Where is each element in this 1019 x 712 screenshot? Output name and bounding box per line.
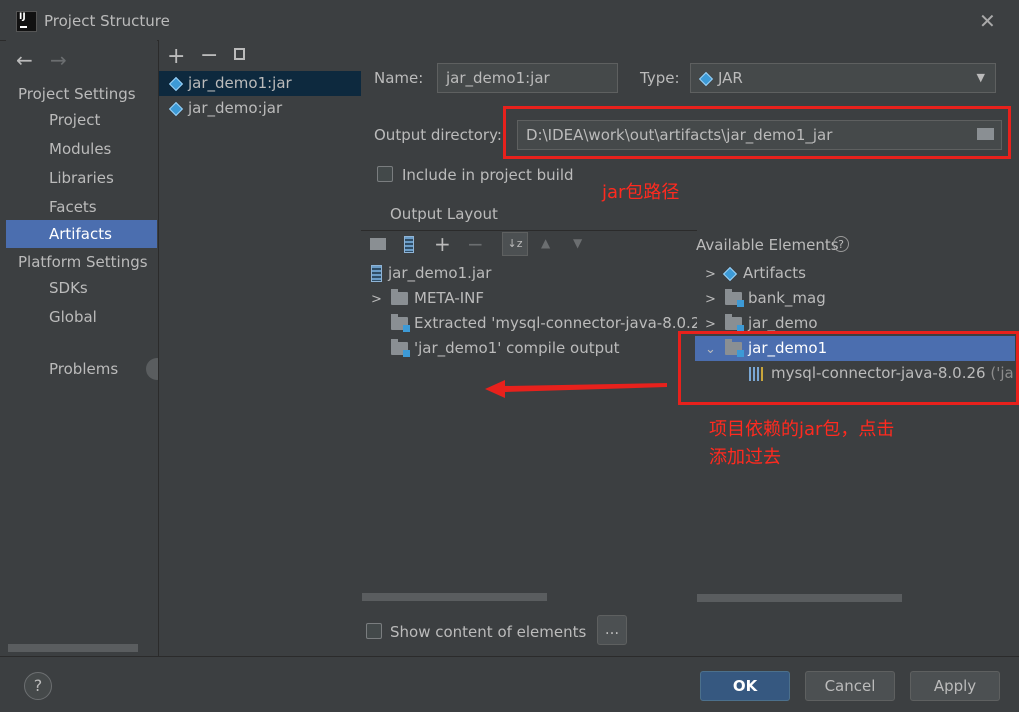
name-label: Name:: [374, 69, 424, 87]
tree-row[interactable]: jar_demo1.jar: [371, 261, 491, 286]
chevron-down-icon: ▼: [976, 71, 985, 84]
tree-label: Extracted 'mysql-connector-java-8.0.26: [414, 314, 697, 332]
tree-row[interactable]: 'jar_demo1' compile output: [391, 336, 620, 361]
type-label: Type:: [640, 69, 680, 87]
nav-item-modules[interactable]: Modules: [6, 135, 157, 163]
artifact-list-panel: + − jar_demo1:jar jar_demo:jar: [158, 40, 362, 656]
output-scrollbar[interactable]: [362, 593, 547, 601]
available-elements-header: Available Elements: [696, 236, 839, 254]
nav-item-global-libraries[interactable]: Global Libraries: [6, 303, 157, 331]
output-dir-highlight: [503, 106, 1011, 159]
dependency-annotation-line1: 项目依赖的jar包，点击: [709, 419, 895, 440]
intellij-icon: IJ: [16, 11, 37, 32]
jar-icon: [371, 265, 382, 282]
artifact-item[interactable]: jar_demo1:jar: [159, 71, 361, 96]
ok-button[interactable]: OK: [700, 671, 790, 701]
nav-item-facets[interactable]: Facets: [6, 193, 157, 221]
dialog-footer: ? OK Cancel Apply: [0, 656, 1019, 712]
jar-type-icon: [698, 71, 714, 86]
arrow-left-icon[interactable]: ←: [16, 48, 33, 72]
tree-row[interactable]: > bank_mag: [705, 286, 826, 311]
move-down-icon[interactable]: ▼: [573, 236, 582, 250]
nav-item-libraries[interactable]: Libraries: [6, 164, 157, 192]
tree-row[interactable]: > META-INF: [371, 286, 484, 311]
nav-item-artifacts[interactable]: Artifacts: [6, 220, 157, 248]
window-title: Project Structure: [44, 12, 170, 30]
chevron-right-icon[interactable]: >: [705, 262, 719, 287]
nav-item-problems[interactable]: Problems: [6, 355, 157, 383]
output-layout-tab[interactable]: Output Layout: [390, 205, 498, 223]
jar-path-annotation: jar包路径: [602, 182, 680, 203]
artifact-label: jar_demo:jar: [188, 99, 283, 117]
show-content-checkbox[interactable]: [366, 623, 382, 639]
artifact-details: Name: jar_demo1:jar Type: JAR ▼ Output d…: [361, 40, 1019, 656]
platform-settings-header: Platform Settings: [18, 253, 148, 271]
output-dir-label: Output directory:: [374, 126, 502, 144]
create-archive-icon[interactable]: [404, 236, 414, 253]
artifact-label: jar_demo1:jar: [188, 74, 292, 92]
show-content-label: Show content of elements: [390, 623, 587, 641]
module-folder-icon: [391, 339, 410, 357]
title-bar: IJ Project Structure ✕: [0, 0, 1019, 41]
available-scrollbar[interactable]: [697, 594, 902, 602]
module-folder-icon: [725, 289, 744, 307]
cancel-button[interactable]: Cancel: [805, 671, 895, 701]
copy-icon[interactable]: [234, 48, 245, 60]
project-settings-header: Project Settings: [18, 85, 136, 103]
tree-label: 'jar_demo1' compile output: [414, 339, 620, 357]
close-icon[interactable]: ✕: [979, 9, 996, 33]
module-folder-icon: [725, 314, 744, 332]
arrow-annotation: [485, 380, 667, 398]
new-folder-icon[interactable]: [370, 238, 386, 250]
settings-nav: ← → Project Settings Project Modules Lib…: [6, 40, 168, 656]
type-select[interactable]: JAR ▼: [690, 63, 996, 93]
dependency-annotation-line2: 添加过去: [709, 447, 781, 468]
move-up-icon[interactable]: ▲: [541, 236, 550, 250]
name-input[interactable]: jar_demo1:jar: [437, 63, 618, 93]
add-copy-of-icon[interactable]: +: [434, 232, 451, 256]
show-content-options-button[interactable]: ...: [597, 615, 627, 645]
add-icon[interactable]: +: [167, 44, 185, 69]
include-in-build-label: Include in project build: [402, 166, 574, 184]
tree-label: Artifacts: [743, 264, 806, 282]
artifact-item[interactable]: jar_demo:jar: [159, 96, 361, 121]
tree-row[interactable]: Extracted 'mysql-connector-java-8.0.26: [391, 311, 697, 336]
remove-element-icon[interactable]: −: [467, 232, 484, 256]
nav-item-sdks[interactable]: SDKs: [6, 274, 157, 302]
nav-item-project[interactable]: Project: [6, 106, 157, 134]
folder-icon: [391, 289, 408, 305]
apply-button[interactable]: Apply: [910, 671, 1000, 701]
artifact-icon: [168, 76, 184, 91]
nav-scrollbar[interactable]: [8, 644, 138, 652]
help-button[interactable]: ?: [24, 672, 52, 700]
tree-label: bank_mag: [748, 289, 826, 307]
help-icon[interactable]: ?: [833, 236, 849, 252]
chevron-right-icon[interactable]: >: [371, 287, 385, 312]
tree-label: jar_demo: [748, 314, 818, 332]
type-value: JAR: [718, 69, 743, 87]
remove-icon[interactable]: −: [200, 43, 218, 68]
tree-row[interactable]: > Artifacts: [705, 261, 806, 286]
tree-label: jar_demo1.jar: [388, 264, 492, 282]
divider: [361, 230, 697, 231]
tree-label: META-INF: [414, 289, 485, 307]
include-in-build-checkbox[interactable]: [377, 166, 393, 182]
dependency-highlight: [678, 331, 1019, 405]
extracted-icon: [391, 314, 410, 332]
arrow-right-icon[interactable]: →: [50, 48, 67, 72]
sort-icon[interactable]: ↓z: [502, 232, 528, 256]
chevron-right-icon[interactable]: >: [705, 287, 719, 312]
artifact-icon: [722, 266, 738, 281]
artifact-icon: [168, 101, 184, 116]
